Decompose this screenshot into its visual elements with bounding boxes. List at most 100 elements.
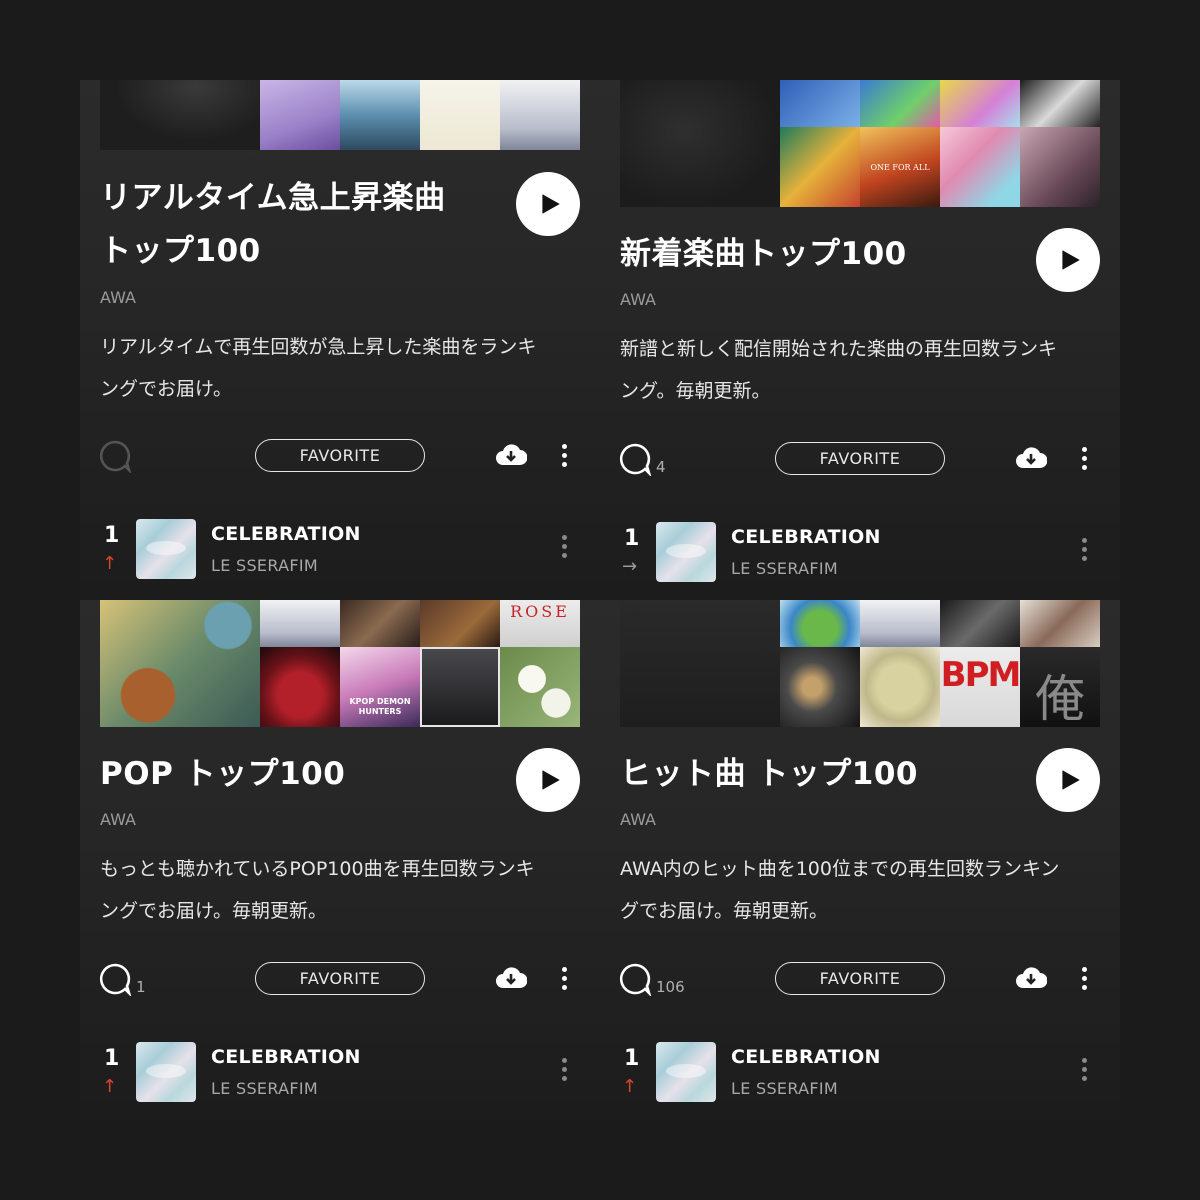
comment-button[interactable]: 4 <box>618 440 666 480</box>
description-line: グでお届け。毎朝更新。 <box>620 900 829 922</box>
playlist-owner[interactable]: AWA <box>620 810 656 829</box>
playlist-description: AWA内のヒット曲を100位までの再生回数ランキン グでお届け。毎朝更新。 <box>620 848 1104 932</box>
favorite-button[interactable]: FAVORITE <box>775 442 945 475</box>
play-button[interactable] <box>1036 748 1100 812</box>
playlist-artwork[interactable]: BPM 俺 <box>620 600 1100 727</box>
track-row[interactable]: 1 ↑ CELEBRATION LE SSERAFIM <box>80 519 600 581</box>
download-button[interactable] <box>1015 964 1048 992</box>
playlist-description: もっとも聴かれているPOP100曲を再生回数ランキ ングでお届け。毎朝更新。 <box>100 848 584 932</box>
album-cover <box>860 600 940 648</box>
album-cover-text: 俺 <box>1035 670 1085 727</box>
album-cover <box>340 600 420 648</box>
more-options-button[interactable] <box>554 964 574 992</box>
track-title: CELEBRATION <box>211 1046 361 1068</box>
playlist-title-line: 新着楽曲トップ100 <box>620 236 907 272</box>
track-artist[interactable]: LE SSERAFIM <box>211 1079 318 1098</box>
favorite-button[interactable]: FAVORITE <box>255 962 425 995</box>
playlist-title-line: POP トップ100 <box>100 756 346 792</box>
track-artist[interactable]: LE SSERAFIM <box>731 559 838 578</box>
more-options-button[interactable] <box>1074 964 1094 992</box>
album-cover <box>780 80 860 128</box>
favorite-button[interactable]: FAVORITE <box>775 962 945 995</box>
trend-up-icon: ↑ <box>102 553 118 574</box>
track-thumbnail <box>656 522 716 582</box>
track-more-button[interactable] <box>558 535 570 563</box>
more-options-button[interactable] <box>554 441 574 469</box>
album-cover <box>940 127 1020 207</box>
description-line: ングでお届け。 <box>100 378 233 400</box>
album-cover: ROSE <box>500 600 580 648</box>
track-more-button[interactable] <box>1078 1058 1090 1086</box>
comment-button[interactable] <box>98 437 138 477</box>
album-cover <box>860 80 940 128</box>
more-options-button[interactable] <box>1074 444 1094 472</box>
track-rank: 1 <box>104 523 120 548</box>
album-cover <box>420 600 500 648</box>
play-button[interactable] <box>516 172 580 236</box>
playlist-description: 新譜と新しく配信開始された楽曲の再生回数ランキ ング。毎朝更新。 <box>620 328 1104 412</box>
playlist-artwork[interactable]: ROSE KPOP DEMON HUNTERS <box>100 600 580 727</box>
album-cover <box>420 80 500 150</box>
playlist-title-line: ヒット曲 トップ100 <box>620 756 919 792</box>
album-cover: 俺 <box>1020 647 1100 727</box>
track-title: CELEBRATION <box>731 1046 881 1068</box>
album-cover: ONE FOR ALL <box>860 127 940 207</box>
track-artist[interactable]: LE SSERAFIM <box>731 1079 838 1098</box>
playlist-actions: 106 FAVORITE <box>600 960 1120 1000</box>
play-icon <box>1062 250 1080 270</box>
playlist-title[interactable]: ヒット曲 トップ100 <box>620 748 918 801</box>
track-artist[interactable]: LE SSERAFIM <box>211 556 318 575</box>
playlist-title-line: リアルタイム急上昇楽曲 <box>100 180 446 216</box>
album-cover <box>500 80 580 150</box>
track-rank: 1 <box>624 1046 640 1071</box>
playlist-title[interactable]: POP トップ100 <box>100 748 345 801</box>
download-button[interactable] <box>1015 444 1048 472</box>
album-cover-text: ROSE <box>510 602 570 621</box>
album-cover <box>1020 80 1100 128</box>
playlist-card-pop: ROSE KPOP DEMON HUNTERS POP トップ100 AWA も… <box>80 600 600 1120</box>
playlist-artwork[interactable]: ONE FOR ALL <box>620 80 1100 207</box>
playlist-actions: 1 FAVORITE <box>80 960 600 1000</box>
download-button[interactable] <box>495 441 528 469</box>
comment-icon <box>99 963 132 996</box>
playlist-actions: 4 FAVORITE <box>600 440 1120 480</box>
track-more-button[interactable] <box>1078 538 1090 566</box>
play-button[interactable] <box>1036 228 1100 292</box>
track-row[interactable]: 1 → CELEBRATION LE SSERAFIM <box>600 522 1120 584</box>
artwork-lead-image <box>620 80 780 207</box>
album-cover-text: BPM <box>940 655 1022 696</box>
playlist-title[interactable]: 新着楽曲トップ100 <box>620 228 907 281</box>
track-more-button[interactable] <box>558 1058 570 1086</box>
track-row[interactable]: 1 ↑ CELEBRATION LE SSERAFIM <box>600 1042 1120 1104</box>
description-line: もっとも聴かれているPOP100曲を再生回数ランキ <box>100 858 535 880</box>
playlist-owner[interactable]: AWA <box>620 290 656 309</box>
playlist-owner[interactable]: AWA <box>100 810 136 829</box>
album-cover <box>260 600 340 648</box>
playlist-owner[interactable]: AWA <box>100 288 136 307</box>
description-line: ングでお届け。毎朝更新。 <box>100 900 328 922</box>
album-cover <box>1020 127 1100 207</box>
album-cover <box>500 647 580 727</box>
cloud-download-icon <box>1016 967 1048 988</box>
play-button[interactable] <box>516 748 580 812</box>
album-cover: KPOP DEMON HUNTERS <box>340 647 420 727</box>
track-title: CELEBRATION <box>211 523 361 545</box>
cloud-download-icon <box>496 967 528 988</box>
artwork-lead-image <box>620 600 780 727</box>
download-button[interactable] <box>495 964 528 992</box>
playlist-artwork[interactable] <box>100 80 580 150</box>
comment-button[interactable]: 1 <box>98 960 146 1000</box>
favorite-button[interactable]: FAVORITE <box>255 439 425 472</box>
cloud-download-icon <box>496 444 528 465</box>
album-cover <box>940 80 1020 128</box>
track-row[interactable]: 1 ↑ CELEBRATION LE SSERAFIM <box>80 1042 600 1104</box>
trend-same-icon: → <box>622 556 638 577</box>
album-cover <box>780 647 860 727</box>
playlist-title[interactable]: リアルタイム急上昇楽曲 トップ100 <box>100 172 446 278</box>
play-icon <box>1062 770 1080 790</box>
comment-button[interactable]: 106 <box>618 960 685 1000</box>
playlist-card-hits: BPM 俺 ヒット曲 トップ100 AWA AWA内のヒット曲を100位までの再… <box>600 600 1120 1120</box>
description-line: AWA内のヒット曲を100位までの再生回数ランキン <box>620 858 1060 880</box>
playlist-title-line: トップ100 <box>100 233 261 269</box>
play-icon <box>542 770 560 790</box>
